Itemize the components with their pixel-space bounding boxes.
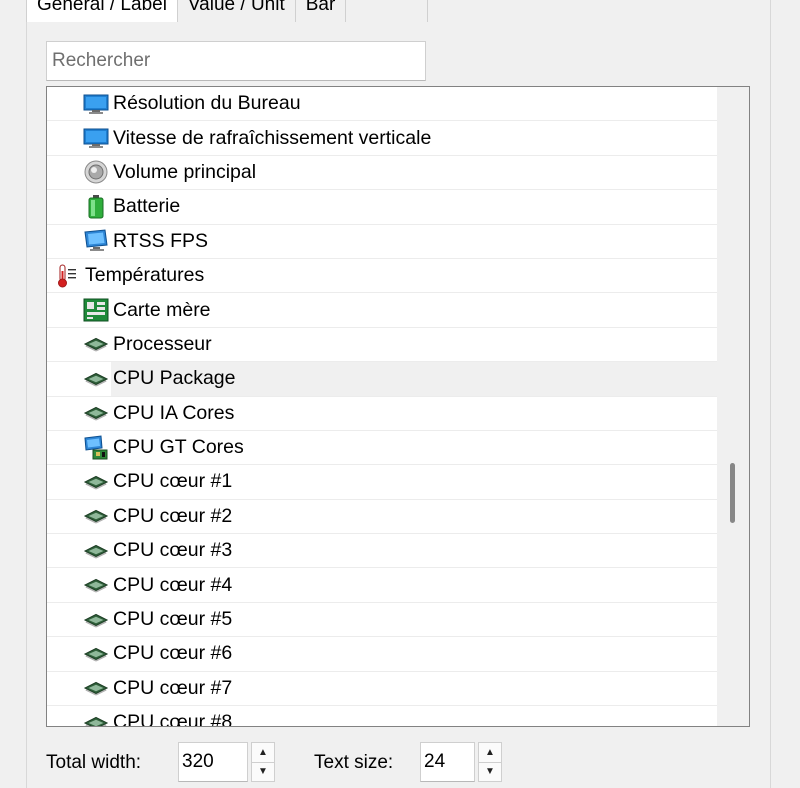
tree-item[interactable]: CPU cœur #1 (47, 465, 717, 500)
chip-icon (83, 400, 109, 426)
tree-item-label: CPU cœur #7 (113, 676, 233, 699)
thermometer-icon (55, 263, 81, 289)
tree-item[interactable]: Volume principal (47, 156, 717, 191)
chip-icon (83, 469, 109, 495)
tree-item[interactable]: CPU GT Cores (47, 431, 717, 466)
display-icon (83, 228, 109, 254)
tree-item[interactable]: CPU cœur #3 (47, 534, 717, 569)
chip-icon (83, 641, 109, 667)
tree-item[interactable]: CPU cœur #4 (47, 568, 717, 603)
panel-border-right (770, 0, 771, 788)
text-size-increment-button[interactable]: ▲ (478, 742, 502, 763)
chip-icon (83, 366, 109, 392)
gpu-icon (83, 435, 109, 461)
speaker-icon (83, 159, 109, 185)
text-size-stepper: ▲ ▼ (478, 742, 502, 782)
tab-value-unit[interactable]: Value / Unit (177, 0, 296, 22)
monitor-icon (83, 125, 109, 151)
chip-icon (83, 331, 109, 357)
total-width-increment-button[interactable]: ▲ (251, 742, 275, 763)
tree-item[interactable]: Batterie (47, 190, 717, 225)
tree-item-label: Processeur (113, 332, 212, 355)
tree-item[interactable]: CPU Package (47, 362, 717, 397)
text-size-decrement-button[interactable]: ▼ (478, 762, 502, 782)
tree-item-label: CPU cœur #1 (113, 470, 233, 493)
tree-item-label: Résolution du Bureau (113, 92, 301, 115)
total-width-input[interactable] (178, 742, 248, 782)
tree-item[interactable]: CPU cœur #7 (47, 672, 717, 707)
tree-item[interactable]: CPU cœur #6 (47, 637, 717, 672)
total-width-stepper: ▲ ▼ (251, 742, 275, 782)
tree-item[interactable]: CPU cœur #2 (47, 500, 717, 535)
tab-bar: Général / Label Value / Unit Bar (26, 0, 429, 22)
tree-item-label: RTSS FPS (113, 229, 208, 252)
tree-item-label: CPU Package (113, 367, 236, 390)
tree-item[interactable]: Températures (47, 259, 717, 294)
tree-item-label: CPU GT Cores (113, 436, 244, 459)
battery-icon (83, 194, 109, 220)
text-size-input[interactable] (420, 742, 475, 782)
chip-icon (83, 710, 109, 726)
tree-item-label: Batterie (113, 195, 181, 218)
tree-item-label: CPU cœur #5 (113, 608, 233, 631)
tree-item-label: CPU cœur #6 (113, 642, 233, 665)
tree-item-label: CPU cœur #8 (113, 711, 233, 727)
tree-item-label: CPU cœur #2 (113, 504, 233, 527)
tree-item[interactable]: CPU cœur #5 (47, 603, 717, 638)
search-input[interactable] (46, 41, 426, 81)
sensor-tree-rows: Résolution du Bureau Vitesse de rafraîchi… (47, 87, 717, 727)
tree-item-label: Volume principal (113, 160, 257, 183)
tab-general-label[interactable]: Général / Label (26, 0, 178, 22)
tab-bar[interactable]: Bar (295, 0, 347, 22)
tree-item-label: Températures (85, 264, 205, 287)
tree-item[interactable]: CPU cœur #8 (47, 706, 717, 727)
tree-item-label: CPU cœur #3 (113, 539, 233, 562)
total-width-decrement-button[interactable]: ▼ (251, 762, 275, 782)
text-size-label: Text size: (314, 752, 394, 773)
tree-item-label: Carte mère (113, 298, 211, 321)
chip-icon (83, 503, 109, 529)
chip-icon (83, 538, 109, 564)
total-width-label: Total width: (46, 752, 142, 773)
tree-item[interactable]: Vitesse de rafraîchissement verticale (47, 121, 717, 156)
panel-border-left (26, 0, 27, 788)
tree-item[interactable]: Carte mère (47, 293, 717, 328)
tree-item[interactable]: CPU IA Cores (47, 397, 717, 431)
tree-item-label: CPU IA Cores (113, 401, 235, 424)
sensor-tree: Résolution du Bureau Vitesse de rafraîchi… (46, 86, 750, 727)
tree-item[interactable]: Processeur (47, 328, 717, 363)
vertical-scrollbar[interactable] (717, 87, 749, 726)
chip-icon (83, 572, 109, 598)
motherboard-icon (83, 297, 109, 323)
monitor-icon (83, 91, 109, 117)
tree-item-label: CPU cœur #4 (113, 573, 233, 596)
chip-icon (83, 675, 109, 701)
tab-strip-filler (346, 0, 429, 22)
scrollbar-thumb[interactable] (730, 463, 735, 523)
tree-item[interactable]: RTSS FPS (47, 225, 717, 259)
tree-item-label: Vitesse de rafraîchissement verticale (113, 126, 432, 149)
chip-icon (83, 607, 109, 633)
tree-item[interactable]: Résolution du Bureau (47, 87, 717, 122)
